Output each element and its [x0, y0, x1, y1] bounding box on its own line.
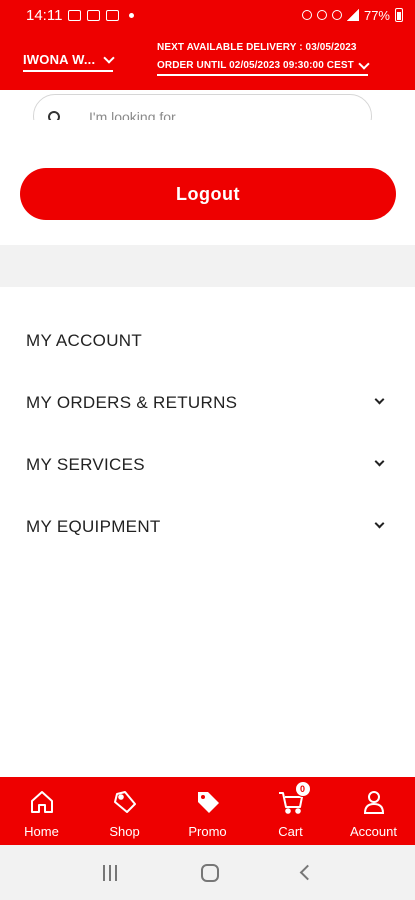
nav-label: Shop — [109, 824, 140, 839]
menu-item-my-account[interactable]: MY ACCOUNT — [0, 310, 415, 372]
message-notification-icon — [87, 9, 101, 21]
home-button-icon[interactable] — [200, 863, 219, 882]
nav-label: Account — [350, 824, 397, 839]
order-until-text: ORDER UNTIL 02/05/2023 09:30:00 CEST — [157, 60, 354, 71]
battery-icon — [395, 8, 403, 22]
chevron-down-icon — [358, 57, 370, 70]
tag-icon — [111, 788, 139, 816]
menu-item-label: MY SERVICES — [26, 455, 145, 474]
wifi-icon — [331, 10, 342, 20]
more-notifications-icon — [129, 12, 135, 18]
nav-label: Promo — [188, 824, 227, 839]
system-nav-bar — [0, 845, 415, 900]
chevron-down-icon — [374, 394, 385, 405]
logout-button[interactable]: Logout — [20, 168, 396, 220]
bottom-nav: Home Shop Promo 0 Cart Account — [0, 777, 415, 845]
nav-shop[interactable]: Shop — [83, 777, 166, 845]
chevron-down-icon — [374, 456, 385, 467]
search-icon — [48, 111, 60, 120]
back-icon[interactable] — [300, 864, 316, 881]
recents-icon[interactable] — [102, 864, 118, 881]
nav-label: Cart — [278, 824, 303, 839]
search-box[interactable] — [33, 94, 372, 120]
search-input[interactable] — [89, 109, 349, 120]
chevron-down-icon — [374, 518, 385, 529]
promo-tag-icon — [194, 788, 222, 816]
nav-home[interactable]: Home — [0, 777, 83, 845]
battery-percent: 77% — [363, 7, 390, 23]
gallery-notification-icon — [68, 9, 82, 21]
nav-label: Home — [24, 824, 59, 839]
user-icon — [360, 788, 388, 816]
search-area — [0, 90, 415, 120]
account-menu: MY ACCOUNT MY ORDERS & RETURNS MY SERVIC… — [0, 310, 415, 558]
menu-item-label: MY ORDERS & RETURNS — [26, 393, 238, 412]
app-header: IWONA W... NEXT AVAILABLE DELIVERY : 03/… — [0, 30, 415, 90]
section-divider — [0, 245, 415, 287]
menu-item-my-orders-returns[interactable]: MY ORDERS & RETURNS — [0, 372, 415, 434]
menu-item-my-equipment[interactable]: MY EQUIPMENT — [0, 496, 415, 558]
status-time: 14:11 — [26, 6, 63, 24]
menu-item-my-services[interactable]: MY SERVICES — [0, 434, 415, 496]
account-name: IWONA W... — [23, 52, 96, 67]
next-delivery-text: NEXT AVAILABLE DELIVERY : 03/05/2023 — [157, 42, 357, 53]
signal-icon — [346, 9, 359, 21]
account-selector[interactable]: IWONA W... — [23, 51, 115, 72]
delivery-info: NEXT AVAILABLE DELIVERY : 03/05/2023 ORD… — [157, 42, 370, 76]
cart-count-badge: 0 — [294, 781, 311, 797]
order-until-selector[interactable]: ORDER UNTIL 02/05/2023 09:30:00 CEST — [157, 57, 370, 76]
nav-account[interactable]: Account — [332, 777, 415, 845]
chevron-down-icon — [103, 51, 115, 64]
menu-item-label: MY ACCOUNT — [26, 331, 143, 350]
nav-cart[interactable]: 0 Cart — [249, 777, 332, 845]
menu-item-label: MY EQUIPMENT — [26, 517, 161, 536]
bluetooth-icon — [316, 10, 327, 20]
mail-notification-icon — [106, 9, 120, 21]
status-bar: 14:11 77% — [0, 0, 415, 30]
nav-promo[interactable]: Promo — [166, 777, 249, 845]
home-icon — [28, 788, 56, 816]
alarm-icon — [301, 10, 312, 20]
